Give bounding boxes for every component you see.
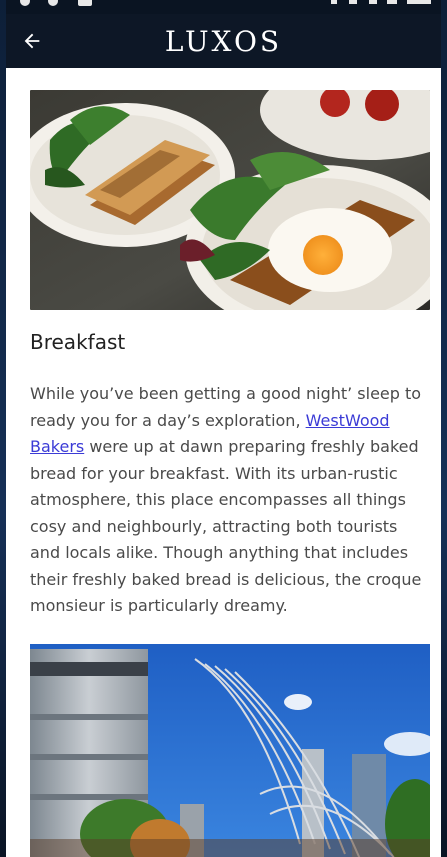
status-bar <box>6 0 441 14</box>
bezel-right <box>441 0 447 857</box>
city-sculpture-image <box>30 644 430 857</box>
arrow-left-icon <box>24 33 40 49</box>
article-paragraph: While you’ve been getting a good night’ … <box>30 381 430 620</box>
status-dot-icon <box>48 0 58 6</box>
app-screen: LUXOS Breakfast While you’ve been gettin… <box>0 0 447 857</box>
article-content: Breakfast While you’ve been getting a go… <box>6 68 441 857</box>
back-button[interactable] <box>10 19 54 63</box>
section-title: Breakfast <box>30 330 126 354</box>
status-icons <box>325 0 435 11</box>
paragraph-text-end: were up at dawn preparing freshly baked … <box>30 437 422 615</box>
app-bar: LUXOS <box>6 14 441 68</box>
app-brand-title: LUXOS <box>164 24 283 58</box>
status-square-icon <box>78 0 92 6</box>
breakfast-image <box>30 90 430 310</box>
status-dot-icon <box>20 0 30 6</box>
